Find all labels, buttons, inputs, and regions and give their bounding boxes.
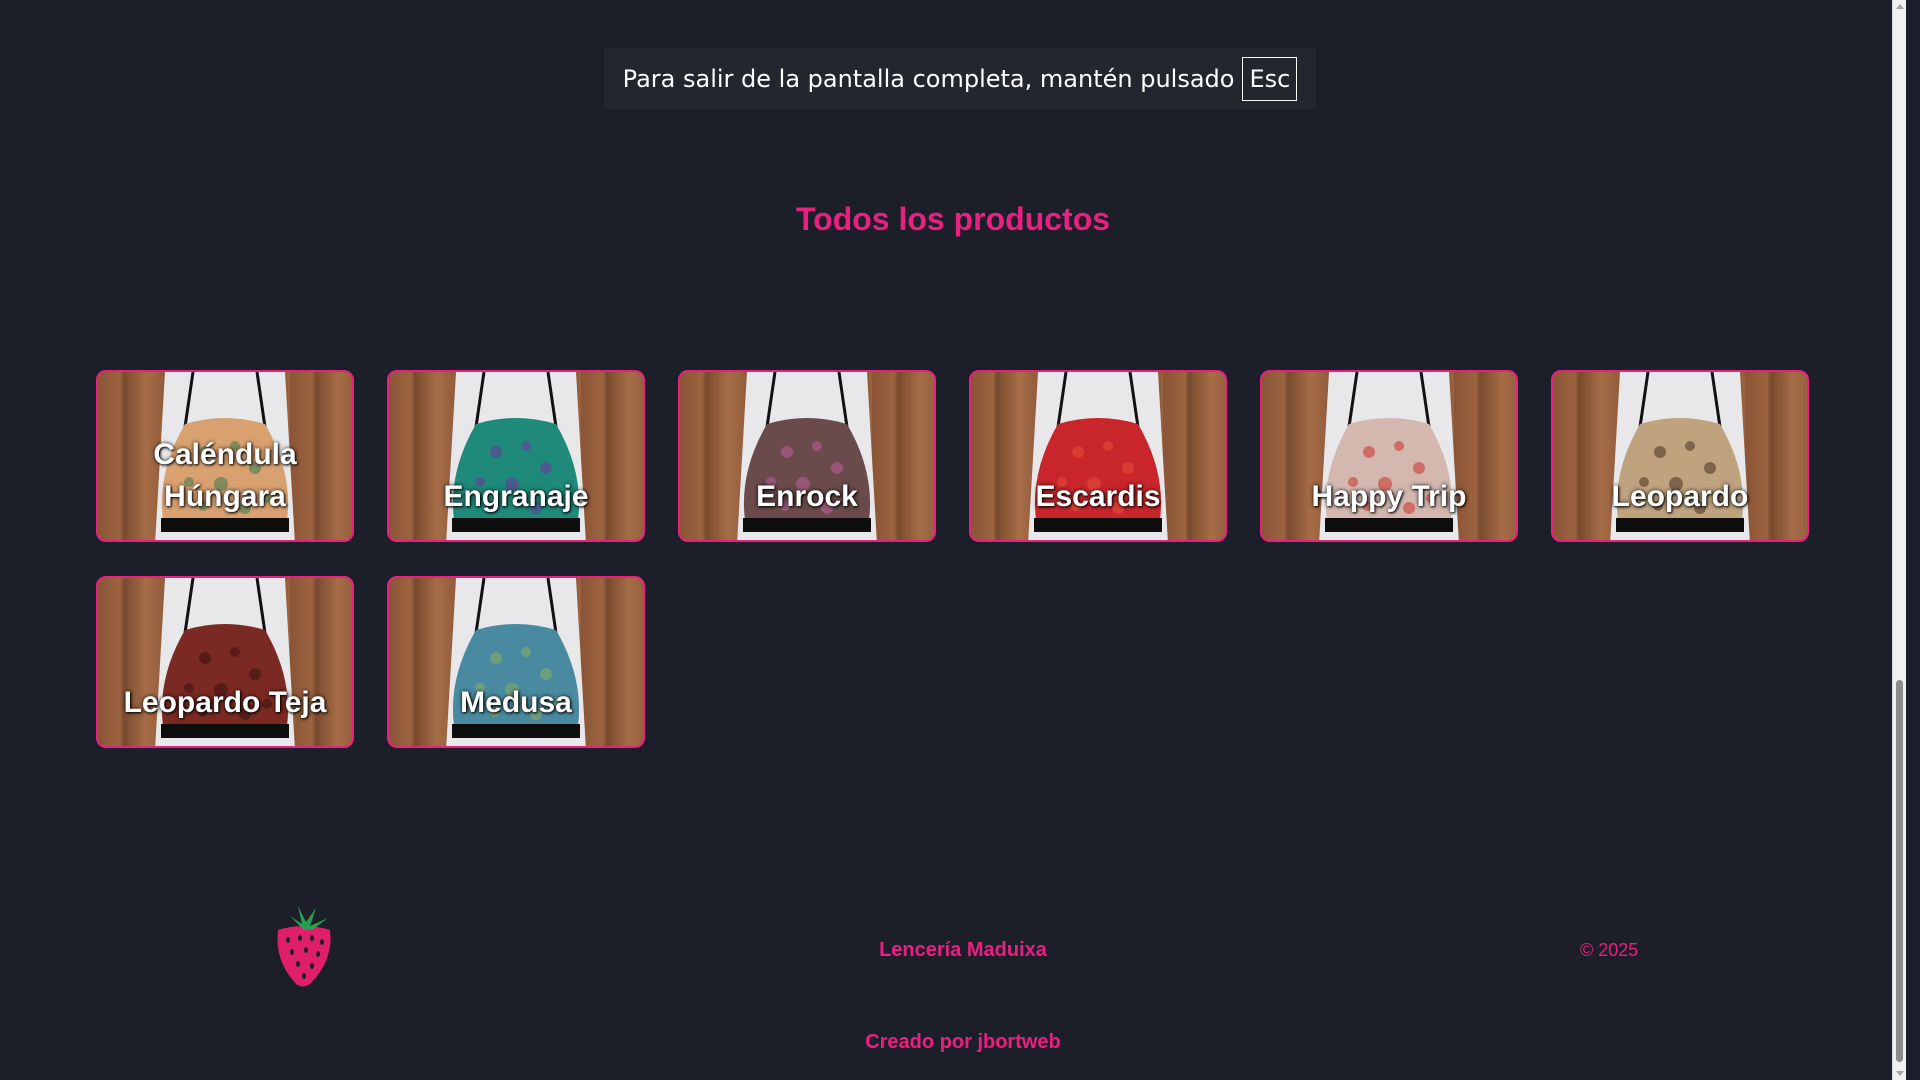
footer-credit-link[interactable]: Creado por jbortweb: [0, 1031, 1920, 1054]
page: Para salir de la pantalla completa, mant…: [0, 0, 1906, 1080]
product-name-label: Medusa: [460, 686, 572, 719]
product-card[interactable]: Engranaje: [387, 370, 645, 542]
product-name-label: Enrock: [756, 480, 858, 513]
fullscreen-notice: Para salir de la pantalla completa, mant…: [604, 48, 1316, 109]
scrollbar-thumb[interactable]: [1896, 680, 1903, 1062]
page-title: Todos los productos: [795, 201, 1111, 237]
product-card[interactable]: Escardis: [969, 370, 1227, 542]
product-card[interactable]: Enrock: [678, 370, 936, 542]
product-name-label: Leopardo: [1611, 480, 1749, 513]
product-card[interactable]: Medusa: [387, 576, 645, 748]
fullscreen-notice-text: Para salir de la pantalla completa, mant…: [622, 64, 1235, 93]
product-card[interactable]: Leopardo: [1551, 370, 1809, 542]
esc-key-badge: Esc: [1242, 56, 1298, 101]
product-grid: Caléndula Húngara Engranaje Enrock Escardis…: [96, 370, 1812, 748]
scroll-up-arrow-icon[interactable]: [1896, 4, 1904, 9]
scroll-down-arrow-icon[interactable]: [1896, 1071, 1904, 1076]
product-name-label: Escardis: [1035, 480, 1161, 513]
product-name-label: Caléndula Húngara: [153, 438, 297, 513]
product-name-label: Leopardo Teja: [123, 686, 327, 719]
product-name-label: Happy Trip: [1311, 480, 1467, 513]
footer-copyright: © 2025: [1580, 940, 1639, 960]
product-card[interactable]: Caléndula Húngara: [96, 370, 354, 542]
product-name-label: Engranaje: [443, 480, 589, 513]
product-card[interactable]: Leopardo Teja: [96, 576, 354, 748]
product-card[interactable]: Happy Trip: [1260, 370, 1518, 542]
vertical-scrollbar[interactable]: [1892, 0, 1906, 1080]
